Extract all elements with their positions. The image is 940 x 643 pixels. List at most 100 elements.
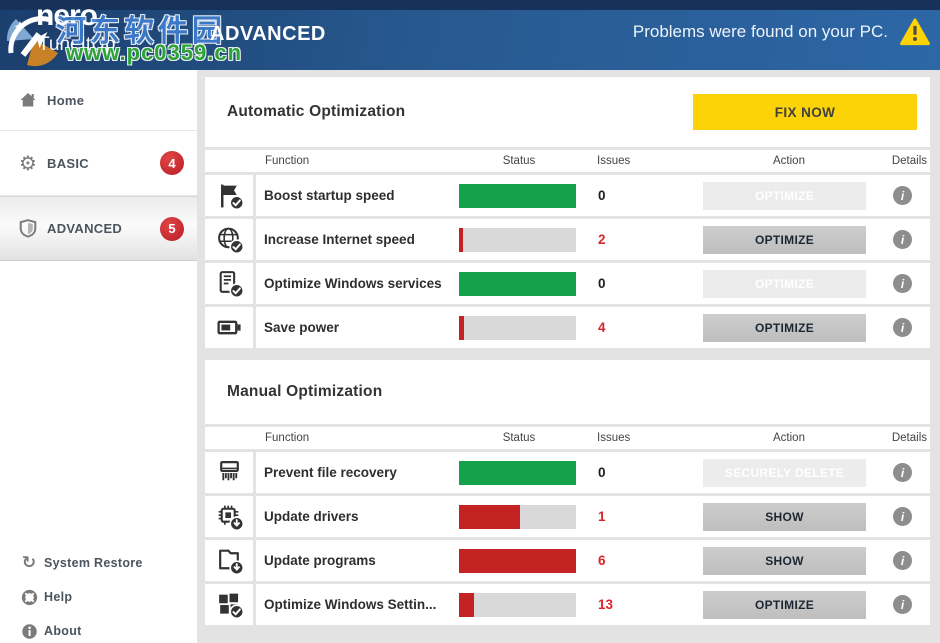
- internet-globe-icon: [205, 219, 253, 260]
- function-label: Update programs: [256, 553, 459, 568]
- status-bar-fill: [459, 228, 463, 252]
- action-button[interactable]: SHOW: [703, 503, 866, 531]
- home-icon: [17, 90, 39, 110]
- function-label: Optimize Windows services: [256, 276, 459, 291]
- about-icon: [20, 623, 38, 640]
- info-icon[interactable]: i: [893, 274, 912, 293]
- driver-chip-icon: [205, 496, 253, 537]
- header-top-strip: [0, 0, 940, 10]
- page-title: ADVANCED: [210, 23, 326, 46]
- sidebar-item-system-restore[interactable]: ↻ System Restore: [0, 546, 197, 580]
- shield-icon: [17, 218, 39, 239]
- table-rows: Boost startup speed 0 OPTIMIZE i Increas…: [205, 175, 930, 348]
- issues-count: 0: [589, 276, 703, 291]
- windows-tiles-icon: [205, 584, 253, 625]
- sidebar-item-advanced[interactable]: ADVANCED 5: [0, 196, 197, 261]
- section-header: Manual Optimization: [205, 360, 930, 424]
- col-header-details: Details: [875, 155, 930, 167]
- restore-icon: ↻: [20, 555, 38, 572]
- sidebar-item-basic[interactable]: ⚙ BASIC 4: [0, 131, 197, 196]
- issues-count: 2: [589, 232, 703, 247]
- help-icon: [20, 589, 38, 606]
- col-header-function: Function: [256, 432, 459, 444]
- col-header-issues: Issues: [589, 155, 703, 167]
- table-row: Optimize Windows services 0 OPTIMIZE i: [205, 263, 930, 304]
- sidebar-nav: Home ⚙ BASIC 4 ADVANCED 5: [0, 70, 197, 261]
- optimization-section: Manual Optimization Function Status Issu…: [205, 360, 930, 625]
- info-icon[interactable]: i: [893, 318, 912, 337]
- col-header-function: Function: [256, 155, 459, 167]
- sidebar-item-about[interactable]: About: [0, 614, 197, 643]
- issues-count: 0: [589, 465, 703, 480]
- info-icon[interactable]: i: [893, 463, 912, 482]
- status-bar: [459, 461, 576, 485]
- optimization-section: Automatic Optimization FIX NOW Function …: [205, 77, 930, 348]
- table-row: Save power 4 OPTIMIZE i: [205, 307, 930, 348]
- warning-triangle-icon: [900, 18, 930, 46]
- function-label: Optimize Windows Settin...: [256, 597, 459, 612]
- main-content: Automatic Optimization FIX NOW Function …: [197, 70, 940, 643]
- sidebar-item-label: Home: [47, 93, 84, 108]
- issues-count: 13: [589, 597, 703, 612]
- fix-now-button[interactable]: FIX NOW: [693, 94, 917, 130]
- status-bar: [459, 272, 576, 296]
- startup-flag-icon: [205, 175, 253, 216]
- table-row: Increase Internet speed 2 OPTIMIZE i: [205, 219, 930, 260]
- status-message: Problems were found on your PC.: [633, 22, 888, 42]
- sidebar-item-label: BASIC: [47, 156, 89, 171]
- battery-icon: [205, 307, 253, 348]
- brand: nero TuneItUp: [36, 1, 115, 54]
- action-button: OPTIMIZE: [703, 270, 866, 298]
- sidebar: Home ⚙ BASIC 4 ADVANCED 5 ↻ System Resto…: [0, 70, 197, 643]
- issue-count-badge: 4: [160, 151, 184, 175]
- section-title: Automatic Optimization: [227, 103, 405, 121]
- section-header: Automatic Optimization FIX NOW: [205, 77, 930, 147]
- nero-tuneitup-window: nero TuneItUp 河东软件园 www.pc0359.cn ADVANC…: [0, 0, 940, 643]
- table-column-header: Function Status Issues Action Details: [205, 150, 930, 172]
- sidebar-item-home[interactable]: Home: [0, 70, 197, 131]
- action-button[interactable]: SHOW: [703, 547, 866, 575]
- table-row: Boost startup speed 0 OPTIMIZE i: [205, 175, 930, 216]
- status-bar: [459, 316, 576, 340]
- table-row: Update drivers 1 SHOW i: [205, 496, 930, 537]
- windows-services-icon: [205, 263, 253, 304]
- status-bar: [459, 184, 576, 208]
- info-icon[interactable]: i: [893, 230, 912, 249]
- status-bar-fill: [459, 505, 520, 529]
- status-bar-fill: [459, 593, 474, 617]
- action-button: OPTIMIZE: [703, 182, 866, 210]
- program-folder-icon: [205, 540, 253, 581]
- info-icon[interactable]: i: [893, 507, 912, 526]
- status-bar-fill: [459, 316, 464, 340]
- sidebar-item-help[interactable]: Help: [0, 580, 197, 614]
- col-header-status: Status: [459, 155, 589, 167]
- info-icon[interactable]: i: [893, 186, 912, 205]
- issues-count: 4: [589, 320, 703, 335]
- col-header-status: Status: [459, 432, 589, 444]
- col-header-issues: Issues: [589, 432, 703, 444]
- brand-nero: nero: [36, 1, 115, 31]
- table-rows: Prevent file recovery 0 SECURELY DELETE …: [205, 452, 930, 625]
- gear-icon: ⚙: [17, 153, 39, 173]
- table-row: Optimize Windows Settin... 13 OPTIMIZE i: [205, 584, 930, 625]
- function-label: Increase Internet speed: [256, 232, 459, 247]
- status-bar: [459, 505, 576, 529]
- col-header-details: Details: [875, 432, 930, 444]
- shredder-icon: [205, 452, 253, 493]
- issues-count: 0: [589, 188, 703, 203]
- action-button[interactable]: OPTIMIZE: [703, 591, 866, 619]
- info-icon[interactable]: i: [893, 595, 912, 614]
- status-bar-fill: [459, 272, 576, 296]
- sidebar-item-label: Help: [44, 590, 72, 604]
- action-button[interactable]: OPTIMIZE: [703, 314, 866, 342]
- status-bar: [459, 549, 576, 573]
- status-bar-fill: [459, 549, 576, 573]
- table-column-header: Function Status Issues Action Details: [205, 427, 930, 449]
- status-area: Problems were found on your PC.: [633, 18, 930, 46]
- sidebar-item-label: About: [44, 624, 82, 638]
- info-icon[interactable]: i: [893, 551, 912, 570]
- action-button[interactable]: OPTIMIZE: [703, 226, 866, 254]
- function-label: Boost startup speed: [256, 188, 459, 203]
- issues-count: 1: [589, 509, 703, 524]
- status-bar-fill: [459, 461, 576, 485]
